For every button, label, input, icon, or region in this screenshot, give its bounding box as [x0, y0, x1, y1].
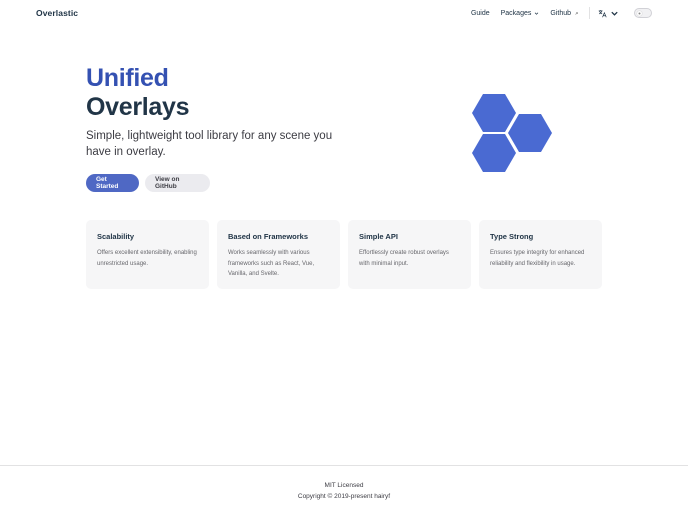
- feature-card: Scalability Offers excellent extensibili…: [86, 220, 209, 289]
- nav-divider: [589, 7, 590, 19]
- nav-link-label: Guide: [470, 9, 490, 17]
- chevron-down-icon: [535, 12, 539, 15]
- toggle-knob: [637, 11, 642, 16]
- top-navbar: Overlastic Guide Packages Github: [0, 0, 688, 28]
- hexagon-right: [508, 114, 552, 152]
- view-on-github-button[interactable]: View on GitHub: [145, 174, 210, 192]
- nav-links: Guide Packages Github: [471, 7, 652, 19]
- hexagon-top: [472, 94, 516, 132]
- feature-title: Type Strong: [490, 232, 534, 241]
- site-title[interactable]: Overlastic: [36, 8, 78, 18]
- feature-details: Offers excellent extensibility, enabling…: [97, 250, 197, 267]
- nav-link-github[interactable]: Github: [550, 10, 579, 17]
- hero-name: Unified: [86, 64, 169, 92]
- footer-message: MIT Licensed: [324, 482, 364, 489]
- sun-icon: [638, 12, 641, 15]
- chevron-down-icon: [611, 11, 618, 16]
- feature-title: Based on Frameworks: [228, 232, 309, 241]
- nav-menu-packages[interactable]: Packages: [501, 10, 540, 17]
- feature-details: Works seamlessly with various frameworks…: [228, 250, 315, 277]
- hero-text: Overlays: [86, 93, 190, 121]
- nav-link-guide[interactable]: Guide: [471, 10, 490, 17]
- external-link-icon: [575, 11, 578, 15]
- hexagon-bottom: [472, 134, 516, 172]
- feature-title: Scalability: [97, 232, 135, 241]
- feature-card: Simple API Effortlessly create robust ov…: [348, 220, 471, 289]
- get-started-button[interactable]: Get Started: [86, 174, 139, 192]
- footer: MIT Licensed Copyright © 2019-present ha…: [0, 465, 688, 512]
- translate-icon: [598, 9, 607, 17]
- features-grid: Scalability Offers excellent extensibili…: [86, 220, 602, 289]
- nav-link-label: Packages: [500, 9, 532, 17]
- feature-title: Simple API: [359, 232, 398, 241]
- hero-tagline: Simple, lightweight tool library for any…: [86, 130, 333, 158]
- feature-card: Type Strong Ensures type integrity for e…: [479, 220, 602, 289]
- hexagon-logo: [472, 94, 552, 172]
- footer-copyright: Copyright © 2019-present hairyf: [297, 493, 391, 500]
- theme-toggle[interactable]: [634, 8, 652, 18]
- hero-section: Unified Overlays Simple, lightweight too…: [86, 64, 386, 160]
- feature-card: Based on Frameworks Works seamlessly wit…: [217, 220, 340, 289]
- hero-actions: Get Started View on GitHub: [86, 174, 210, 192]
- feature-details: Effortlessly create robust overlays with…: [359, 250, 449, 267]
- language-menu[interactable]: [598, 9, 619, 18]
- feature-details: Ensures type integrity for enhanced reli…: [490, 250, 585, 267]
- nav-link-label: Github: [550, 9, 571, 17]
